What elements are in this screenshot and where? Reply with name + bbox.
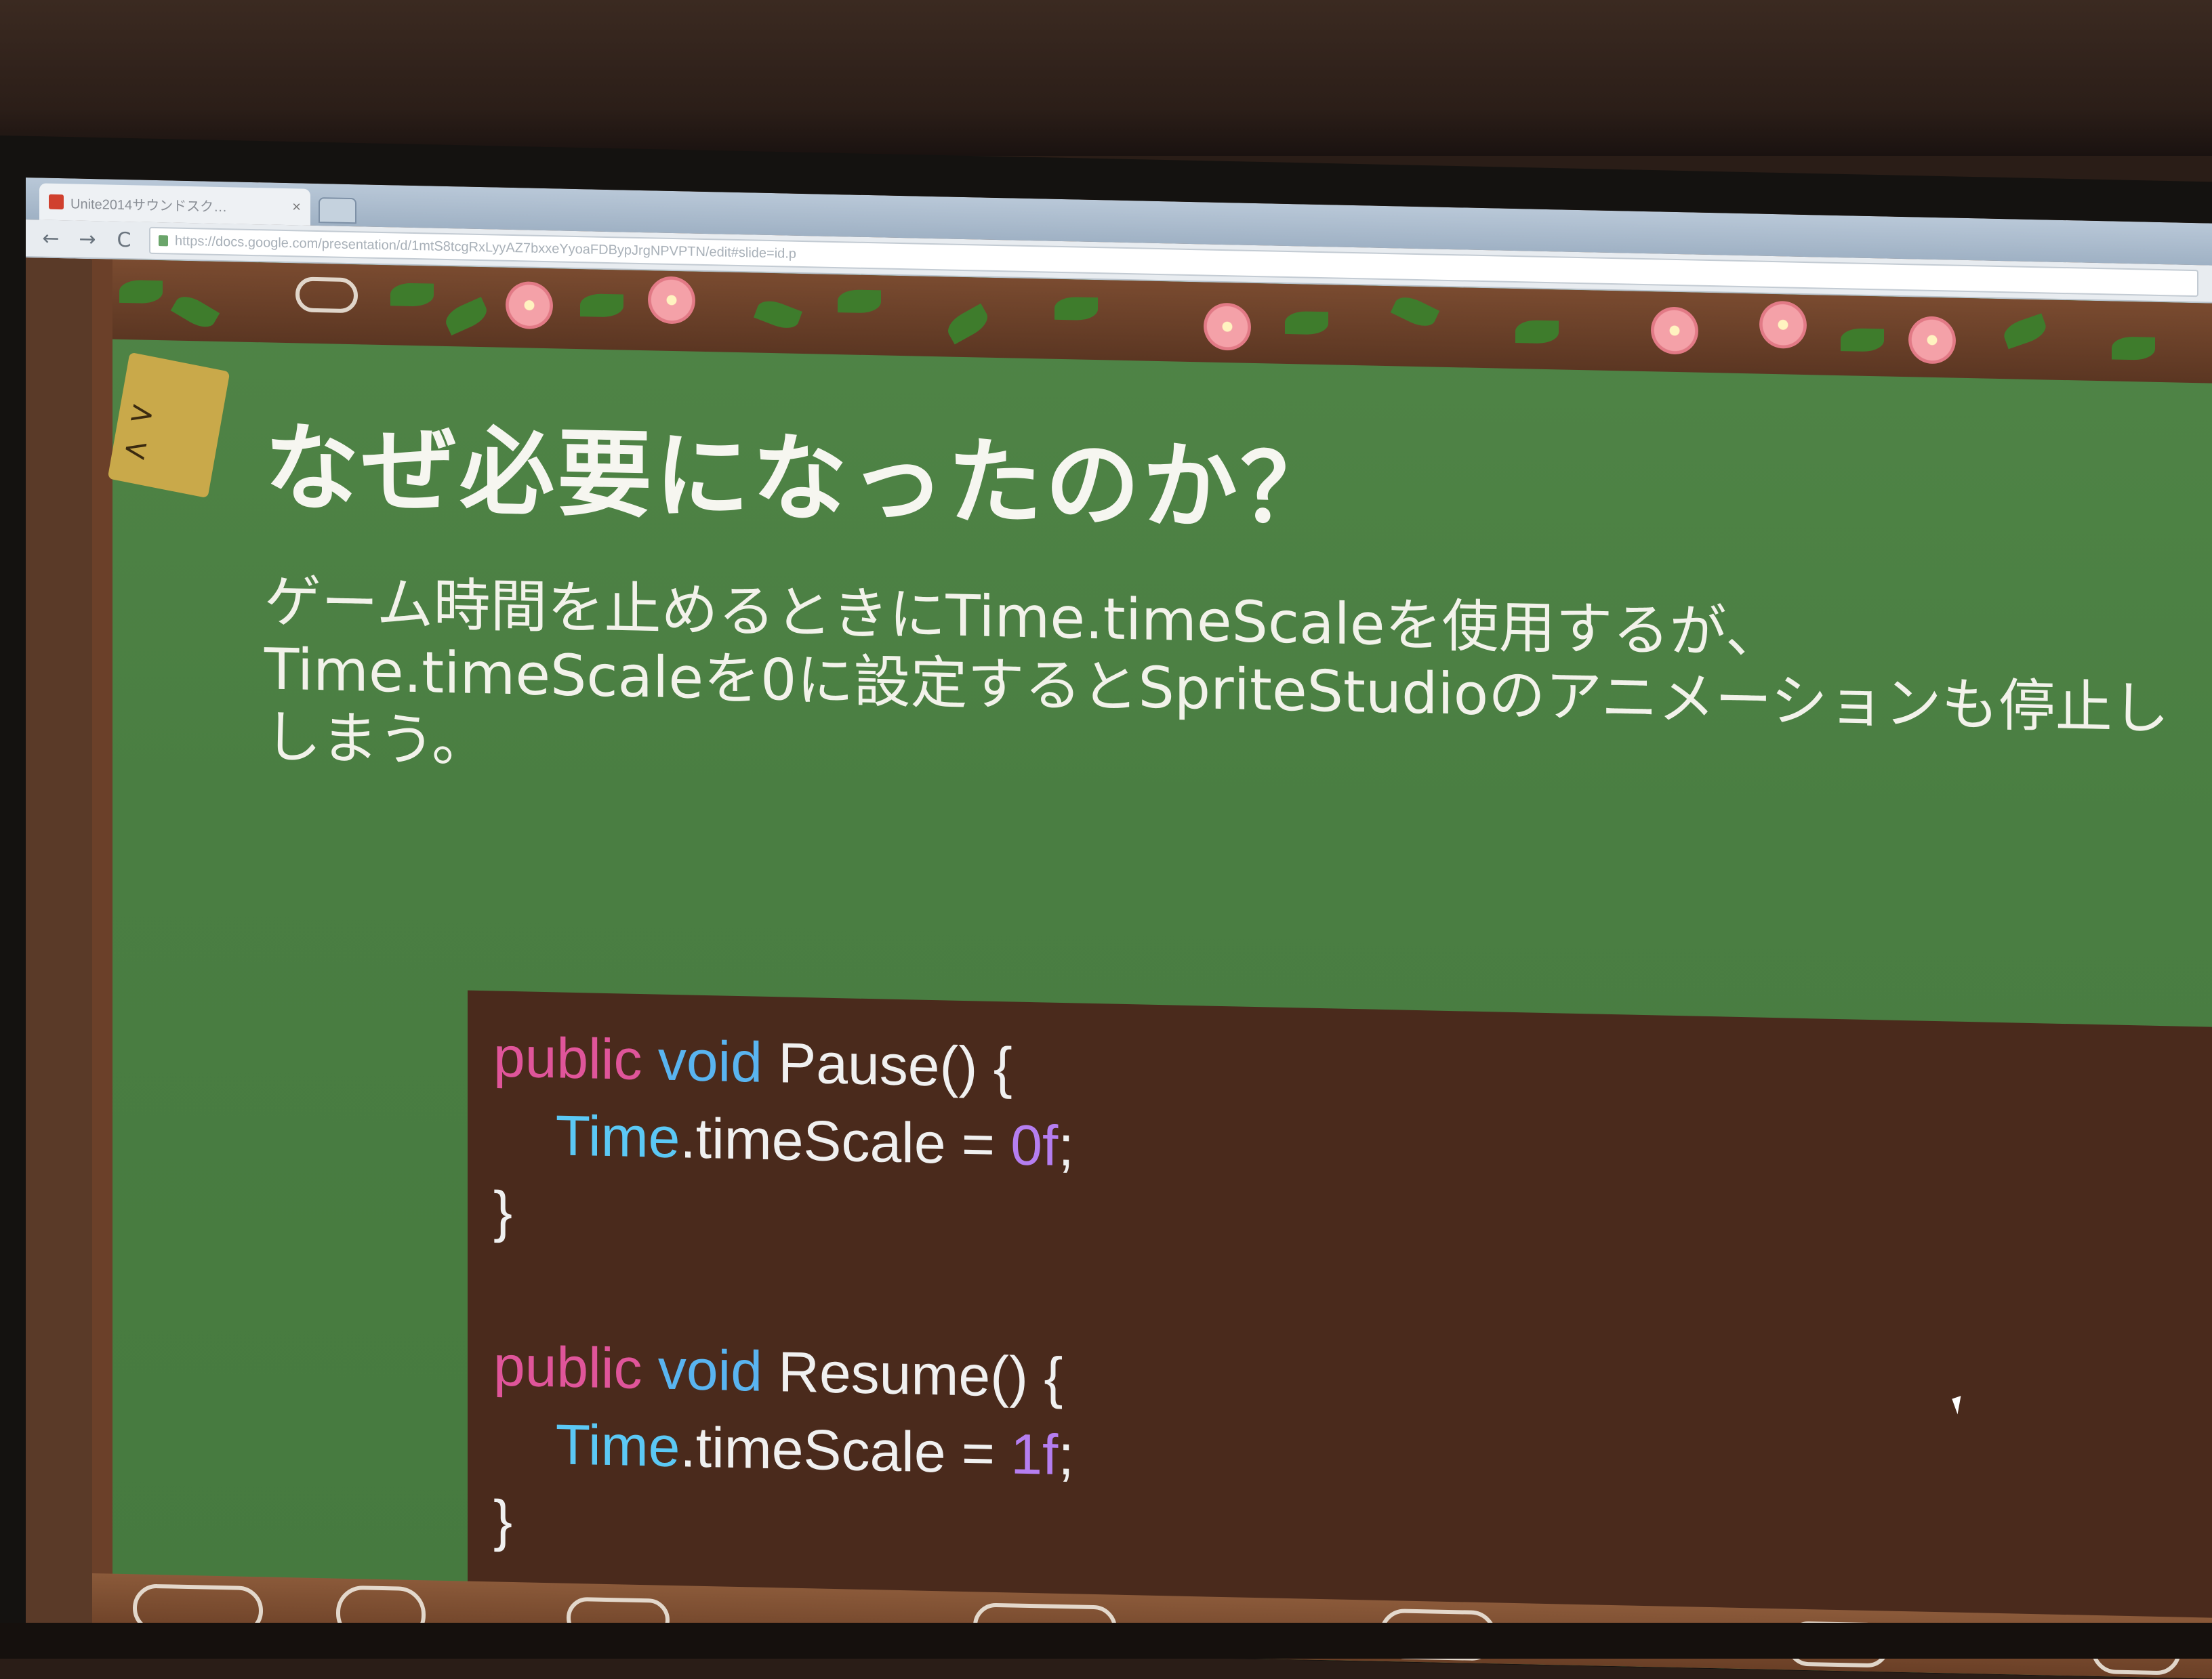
leaf-decoration [580, 293, 623, 318]
property-timescale: .timeScale = [680, 1415, 1011, 1486]
flower-decoration [506, 281, 553, 330]
leaf-decoration [1515, 320, 1559, 344]
semicolon: ; [1058, 1422, 1074, 1487]
property-timescale: .timeScale = [680, 1106, 1011, 1177]
browser-tab[interactable]: Unite2014サウンドスク… × [39, 183, 310, 226]
flower-decoration [1651, 306, 1698, 355]
leaf-decoration [2001, 313, 2049, 350]
flower-decoration [1204, 302, 1251, 351]
class-time: Time [555, 1412, 680, 1479]
method-resume: Resume() { [778, 1340, 1063, 1410]
back-arrow-icon[interactable]: ← [39, 226, 62, 251]
leaf-decoration [2112, 336, 2155, 360]
flower-decoration [1908, 316, 1956, 365]
method-pause: Pause() { [778, 1031, 1012, 1100]
number-literal: 0f [1010, 1113, 1059, 1178]
leaf-decoration [1841, 328, 1884, 352]
mascot-character: > < [107, 352, 230, 499]
keyword-public: public [493, 1333, 642, 1401]
browser-window: Unite2014サウンドスク… × ← → C https://docs.go… [26, 178, 2212, 1679]
leaf-decoration [838, 289, 881, 314]
room-wall [0, 0, 2212, 156]
room-floor [0, 1623, 2212, 1659]
keyword-void: void [657, 1337, 762, 1403]
leaf-decoration [1390, 291, 1440, 332]
mascot-face: > < [119, 392, 177, 474]
lock-icon [159, 235, 168, 247]
reload-icon[interactable]: C [112, 228, 136, 252]
code-block: public void Pause() { Time.timeScale = 0… [468, 990, 2212, 1659]
tab-title: Unite2014サウンドスク… [70, 196, 228, 215]
slide-title: なぜ必要になったのか？ [264, 413, 1338, 546]
flower-decoration [648, 276, 695, 325]
slide-body-text: ゲーム時間を止めるときにTime.timeScaleを使用するが、 Time.t… [264, 567, 2203, 811]
url-text: https://docs.google.com/presentation/d/1… [175, 233, 796, 262]
leaf-decoration [943, 303, 993, 345]
slide-canvas: > < なぜ必要になったのか？ ゲーム時間を止めるときにTime.timeSca… [92, 259, 2212, 1679]
leaf-decoration [1285, 310, 1328, 335]
keyword-void: void [657, 1028, 762, 1094]
new-tab-button[interactable] [319, 197, 356, 224]
leaf-decoration [754, 295, 802, 333]
leaf-decoration [1054, 296, 1098, 321]
leaf-decoration [441, 297, 491, 336]
semicolon: ; [1058, 1113, 1074, 1178]
keyword-public: public [493, 1024, 642, 1092]
tab-close-icon[interactable]: × [292, 198, 301, 215]
slides-favicon-icon [49, 194, 64, 210]
forward-arrow-icon[interactable]: → [76, 227, 99, 251]
leaf-decoration [390, 283, 434, 307]
flower-decoration [1759, 300, 1807, 350]
leaf-decoration [119, 279, 163, 304]
chalk-doodle [295, 276, 358, 314]
class-time: Time [555, 1103, 680, 1170]
number-literal: 1f [1010, 1422, 1059, 1487]
leaf-decoration [170, 291, 220, 333]
